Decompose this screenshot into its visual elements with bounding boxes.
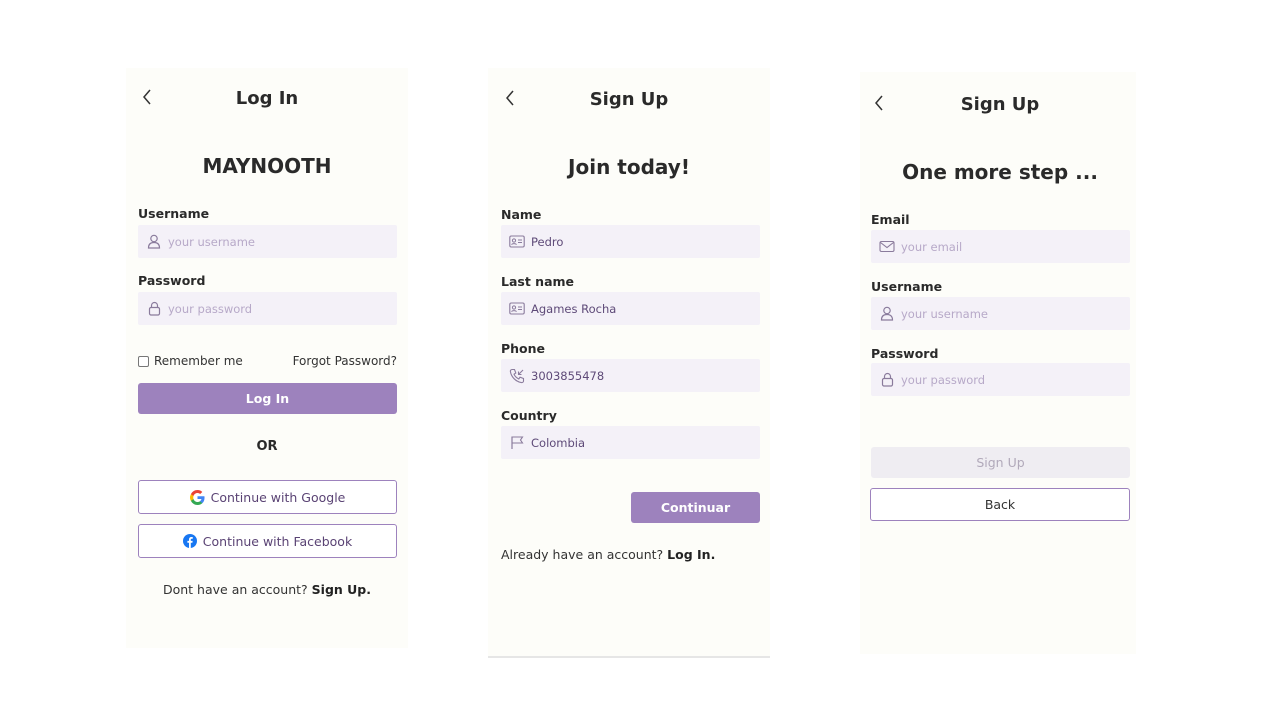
username-field[interactable] [871,297,1130,330]
lock-icon [879,372,895,388]
lastname-input[interactable] [531,301,751,316]
phone-incoming-icon [509,368,525,384]
user-icon [146,234,162,250]
remember-me[interactable]: Remember me [138,354,243,368]
name-input[interactable] [531,234,751,249]
password-field[interactable] [138,292,397,325]
phone-label: Phone [501,341,546,356]
facebook-icon [182,534,197,548]
name-field[interactable] [501,225,760,258]
login-link[interactable]: Log In. [667,547,715,562]
email-label: Email [871,212,910,227]
signup-step2-panel: Sign Up One more step ... Email Username… [860,72,1136,654]
lastname-label: Last name [501,274,575,289]
id-card-icon [509,234,525,250]
flag-icon [509,435,525,451]
username-field[interactable] [138,225,397,258]
user-icon [879,306,895,322]
brand-title: MAYNOOTH [202,154,332,178]
google-button-label: Continue with Google [210,489,346,505]
back-button[interactable]: Back [870,488,1130,521]
name-label: Name [501,207,542,222]
signup-step1-panel: Sign Up Join today! Name Last name Phone… [488,68,770,658]
google-button[interactable]: Continue with Google [138,480,397,514]
one-more-step-heading: One more step ... [902,160,1098,184]
password-field[interactable] [871,363,1130,396]
password-label: Password [871,346,939,361]
header-title: Sign Up [589,89,669,110]
username-label: Username [138,206,210,221]
login-button[interactable]: Log In [138,383,397,414]
header-title: Sign Up [960,94,1040,115]
facebook-button[interactable]: Continue with Facebook [138,524,397,558]
signup-prompt: Dont have an account? Sign Up. [126,582,408,597]
remember-checkbox[interactable] [138,355,149,367]
phone-input[interactable] [531,368,751,383]
remember-label: Remember me [154,354,243,368]
username-label: Username [871,279,943,294]
id-card-icon [509,301,525,317]
login-prompt: Already have an account? Log In. [501,547,715,562]
email-field[interactable] [871,230,1130,263]
login-panel: Log In MAYNOOTH Username Password Rememb… [126,68,408,648]
signup-button[interactable]: Sign Up [871,447,1130,478]
signup-prompt-text: Dont have an account? [162,582,308,597]
country-input[interactable] [531,435,751,450]
email-input[interactable] [901,239,1121,254]
lock-icon [146,301,162,317]
country-label: Country [501,408,557,423]
login-prompt-text: Already have an account? [501,547,664,562]
password-input[interactable] [168,301,388,316]
signup-link[interactable]: Sign Up. [312,582,371,597]
or-divider: OR [256,439,278,454]
username-input[interactable] [901,306,1121,321]
google-icon [189,489,205,505]
username-input[interactable] [168,234,388,249]
header-title: Log In [235,88,299,109]
lastname-field[interactable] [501,292,760,325]
phone-field[interactable] [501,359,760,392]
forgot-password-link[interactable]: Forgot Password? [293,354,397,368]
continue-button[interactable]: Continuar [631,492,760,523]
password-input[interactable] [901,372,1121,387]
join-heading: Join today! [568,155,690,179]
mail-icon [879,239,895,255]
facebook-button-label: Continue with Facebook [202,533,353,549]
password-label: Password [138,273,206,288]
country-field[interactable] [501,426,760,459]
